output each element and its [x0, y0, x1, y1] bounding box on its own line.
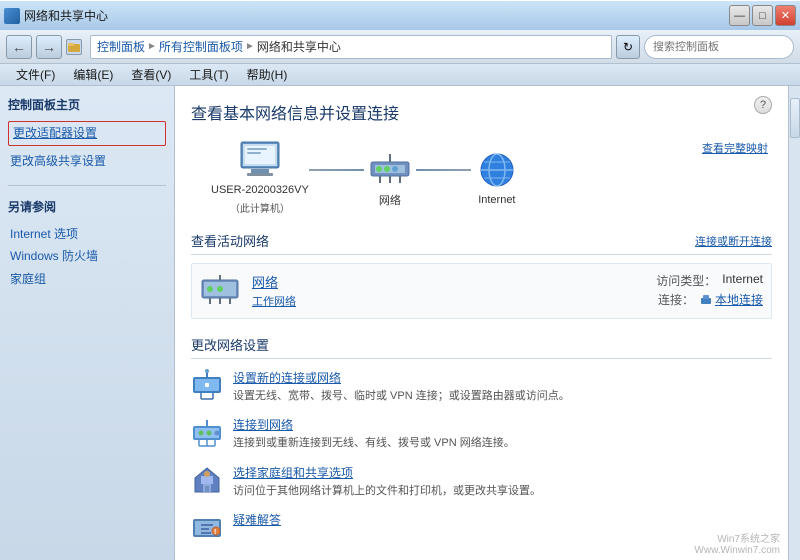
- menu-tools[interactable]: 工具(T): [181, 64, 236, 85]
- menu-file[interactable]: 文件(F): [8, 64, 63, 85]
- sidebar-internet-options[interactable]: Internet 选项: [8, 223, 166, 246]
- setup-desc: 设置无线、宽带、拨号、临时或 VPN 连接；或设置路由器或访问点。: [233, 390, 570, 402]
- search-bar[interactable]: 🔍: [644, 35, 794, 59]
- minimize-button[interactable]: —: [729, 5, 750, 26]
- disconnect-link[interactable]: 连接或断开连接: [695, 233, 772, 249]
- homegroup-icon: [191, 464, 223, 496]
- active-net-icon: [200, 272, 240, 308]
- window-controls: — □ ✕: [729, 5, 796, 26]
- network-name-link[interactable]: 网络: [252, 272, 644, 291]
- scrollbar-thumb[interactable]: [790, 98, 800, 138]
- connection-label: 连接：: [658, 291, 694, 308]
- refresh-button[interactable]: ↻: [616, 35, 640, 59]
- access-type-value: Internet: [722, 272, 763, 289]
- title-bar: 网络和共享中心 — □ ✕: [0, 0, 800, 30]
- homegroup-desc: 访问位于其他网络计算机上的文件和打印机，或更改共享设置。: [233, 485, 541, 497]
- change-network-title: 更改网络设置: [191, 335, 772, 359]
- title-text: 网络和共享中心: [24, 7, 108, 24]
- change-item-troubleshoot: ! 疑难解答: [191, 511, 772, 543]
- change-item-connect: 连接到网络 连接到或重新连接到无线、有线、拨号或 VPN 网络连接。: [191, 416, 772, 451]
- change-item-setup: 设置新的连接或网络 设置无线、宽带、拨号、临时或 VPN 连接；或设置路由器或访…: [191, 369, 772, 404]
- menu-help[interactable]: 帮助(H): [239, 64, 296, 85]
- sidebar-firewall[interactable]: Windows 防火墙: [8, 245, 166, 268]
- network-diagram: USER-20200326VY （此计算机）: [191, 140, 772, 215]
- net-node-computer: USER-20200326VY （此计算机）: [211, 140, 309, 215]
- setup-icon: [191, 369, 223, 401]
- sidebar-other-section: 另请参阅 Internet 选项 Windows 防火墙 家庭组: [8, 198, 166, 291]
- connect-desc: 连接到或重新连接到无线、有线、拨号或 VPN 网络连接。: [233, 437, 515, 449]
- active-network-box: 网络 工作网络 访问类型： Internet 连接： 本地连接: [191, 263, 772, 319]
- breadcrumb-sep-1: ►: [147, 41, 157, 52]
- sidebar: 控制面板主页 更改适配器设置 更改高级共享设置 另请参阅 Internet 选项…: [0, 86, 175, 560]
- access-type-row: 访问类型： Internet: [656, 272, 763, 289]
- view-full-map-link[interactable]: 查看完整映射: [702, 140, 768, 156]
- watermark-line1: Win7系统之家: [694, 530, 780, 545]
- help-button[interactable]: ?: [754, 96, 772, 114]
- watermark-line2: Www.Winwin7.com: [694, 545, 780, 556]
- folder-icon: [66, 39, 82, 55]
- internet-icon: [471, 150, 523, 190]
- active-net-props: 访问类型： Internet 连接： 本地连接: [656, 272, 763, 310]
- forward-button[interactable]: →: [36, 35, 62, 59]
- active-network-title: 查看活动网络: [191, 231, 269, 250]
- change-item-homegroup: 选择家庭组和共享选项 访问位于其他网络计算机上的文件和打印机，或更改共享设置。: [191, 464, 772, 499]
- sidebar-adapter-link[interactable]: 更改适配器设置: [8, 121, 166, 146]
- sidebar-homegroup[interactable]: 家庭组: [8, 268, 166, 291]
- active-network-header: 查看活动网络 连接或断开连接: [191, 231, 772, 255]
- sidebar-advanced-link[interactable]: 更改高级共享设置: [8, 150, 166, 173]
- sidebar-title: 控制面板主页: [8, 96, 166, 113]
- connect-text: 连接到网络 连接到或重新连接到无线、有线、拨号或 VPN 网络连接。: [233, 416, 772, 451]
- breadcrumb-sep-2: ►: [245, 41, 255, 52]
- connection-row: 连接： 本地连接: [656, 291, 763, 308]
- breadcrumb-current: 网络和共享中心: [257, 38, 341, 55]
- active-net-info: 网络 工作网络: [252, 272, 644, 309]
- maximize-button[interactable]: □: [752, 5, 773, 26]
- menu-view[interactable]: 查看(V): [123, 64, 179, 85]
- net-label-internet: Internet: [478, 194, 515, 206]
- net-label-network: 网络: [379, 192, 401, 208]
- content-area: ? 查看基本网络信息并设置连接 查看完整映射: [175, 86, 788, 560]
- connection-value-text: 本地连接: [715, 291, 763, 308]
- computer-icon: [234, 140, 286, 180]
- net-sublabel-computer: （此计算机）: [230, 200, 290, 215]
- menu-bar: 文件(F) 编辑(E) 查看(V) 工具(T) 帮助(H): [0, 64, 800, 86]
- watermark: Win7系统之家 Www.Winwin7.com: [694, 530, 780, 556]
- address-bar: ← → 控制面板 ► 所有控制面板项 ► 网络和共享中心 ↻ 🔍: [0, 30, 800, 64]
- connect-icon: [191, 416, 223, 448]
- net-node-internet: Internet: [471, 150, 523, 206]
- network-type-link[interactable]: 工作网络: [252, 296, 296, 308]
- net-label-computer: USER-20200326VY: [211, 184, 309, 196]
- net-node-network: 网络: [364, 148, 416, 208]
- breadcrumb-all[interactable]: 所有控制面板项: [159, 38, 243, 55]
- connection-icon: [700, 294, 712, 306]
- setup-link[interactable]: 设置新的连接或网络: [233, 369, 772, 386]
- main-layout: 控制面板主页 更改适配器设置 更改高级共享设置 另请参阅 Internet 选项…: [0, 86, 800, 560]
- homegroup-text: 选择家庭组和共享选项 访问位于其他网络计算机上的文件和打印机，或更改共享设置。: [233, 464, 772, 499]
- close-button[interactable]: ✕: [775, 5, 796, 26]
- app-icon: [4, 8, 20, 24]
- connection-value-link[interactable]: 本地连接: [700, 291, 763, 308]
- search-input[interactable]: [653, 41, 795, 53]
- page-title: 查看基本网络信息并设置连接: [191, 100, 772, 124]
- connect-link[interactable]: 连接到网络: [233, 416, 772, 433]
- troubleshoot-link[interactable]: 疑难解答: [233, 511, 772, 528]
- sidebar-divider: [8, 185, 166, 186]
- sidebar-other-title: 另请参阅: [8, 198, 166, 215]
- troubleshoot-icon: !: [191, 511, 223, 543]
- homegroup-link[interactable]: 选择家庭组和共享选项: [233, 464, 772, 481]
- back-button[interactable]: ←: [6, 35, 32, 59]
- svg-text:!: !: [214, 529, 216, 536]
- scrollbar[interactable]: [788, 86, 800, 560]
- setup-text: 设置新的连接或网络 设置无线、宽带、拨号、临时或 VPN 连接；或设置路由器或访…: [233, 369, 772, 404]
- troubleshoot-text: 疑难解答: [233, 511, 772, 530]
- access-type-label: 访问类型：: [656, 272, 716, 289]
- menu-edit[interactable]: 编辑(E): [65, 64, 121, 85]
- network-icon: [364, 148, 416, 188]
- breadcrumb-bar: 控制面板 ► 所有控制面板项 ► 网络和共享中心: [90, 35, 612, 59]
- breadcrumb-cp[interactable]: 控制面板: [97, 38, 145, 55]
- title-bar-left: 网络和共享中心: [4, 7, 108, 24]
